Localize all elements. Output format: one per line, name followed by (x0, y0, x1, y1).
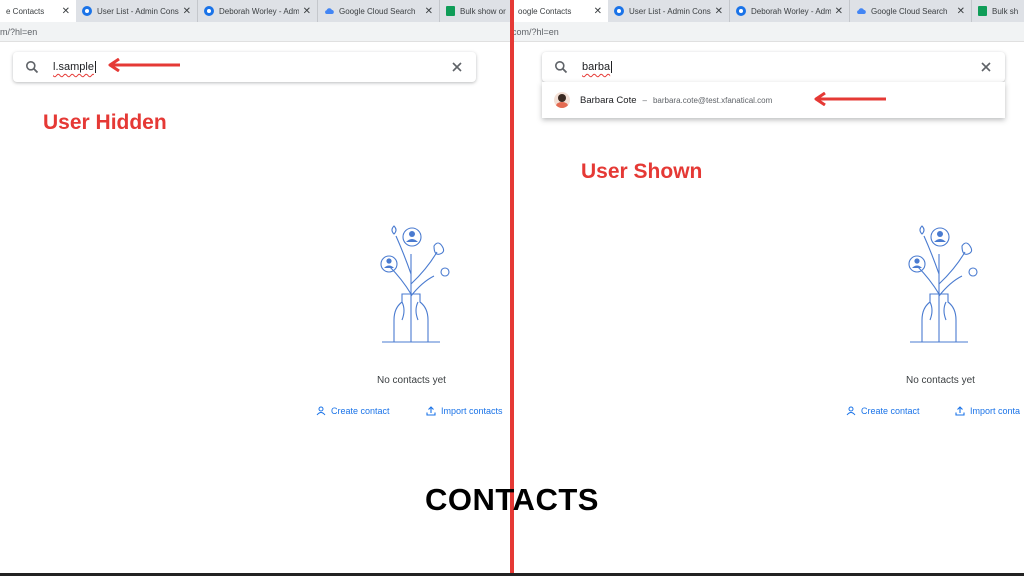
search-icon[interactable] (554, 60, 568, 74)
search-input-value: barba (582, 61, 611, 73)
close-tab-icon[interactable]: ✕ (303, 6, 311, 17)
address-bar[interactable]: m/?hl=en (0, 22, 512, 42)
admin-icon (82, 6, 92, 16)
contacts-search-bar[interactable]: barba (542, 52, 1005, 82)
admin-icon (736, 6, 746, 16)
sheets-icon (446, 6, 455, 16)
tab-cloud-search[interactable]: Google Cloud Search ✕ (318, 0, 440, 22)
close-tab-icon[interactable]: ✕ (62, 6, 70, 17)
person-add-icon (846, 406, 856, 416)
tab-label: Deborah Worley - Admi (751, 6, 831, 16)
search-suggestion-item[interactable]: Barbara Cote – barbara.cote@test.xfanati… (542, 82, 1005, 118)
search-input[interactable]: l.sample (53, 61, 94, 73)
create-contact-label: Create contact (861, 406, 920, 416)
search-input-value: l.sample (53, 61, 94, 73)
close-tab-icon[interactable]: ✕ (594, 6, 602, 17)
suggestion-separator: – (642, 95, 647, 105)
tab-label: Bulk show (992, 6, 1018, 16)
close-tab-icon[interactable]: ✕ (715, 6, 723, 17)
admin-icon (614, 6, 624, 16)
tab-bulk-show[interactable]: Bulk show (972, 0, 1024, 22)
tab-deborah-worley[interactable]: Deborah Worley - Admi ✕ (730, 0, 850, 22)
close-tab-icon[interactable]: ✕ (957, 6, 965, 17)
import-contacts-label: Import conta (970, 406, 1021, 416)
empty-contacts-illustration-icon (372, 224, 452, 344)
annotation-user-shown: User Shown (581, 160, 703, 183)
tab-label: Google Cloud Search (871, 6, 948, 16)
text-cursor (94, 61, 96, 73)
empty-contacts-illustration-icon (900, 224, 980, 344)
suggestion-email: barbara.cote@test.xfanatical.com (652, 95, 773, 105)
suggestion-name: Barbara Cote (580, 94, 637, 106)
tab-bulk-show[interactable]: Bulk show or (440, 0, 512, 22)
search-icon[interactable] (25, 60, 39, 74)
close-tab-icon[interactable]: ✕ (835, 6, 843, 17)
tab-contacts[interactable]: e Contacts ✕ (0, 0, 76, 22)
tab-strip: oogle Contacts ✕ User List - Admin Conso… (512, 0, 1024, 22)
tab-label: e Contacts (6, 6, 45, 16)
tab-deborah-worley[interactable]: Deborah Worley - Admi ✕ (198, 0, 318, 22)
tab-label: User List - Admin Conso (629, 6, 711, 16)
tab-label: Deborah Worley - Admi (219, 6, 299, 16)
url-text: com/?hl=en (512, 26, 559, 37)
create-contact-button[interactable]: Create contact (846, 406, 920, 416)
red-arrow-icon (814, 92, 886, 106)
tab-label: User List - Admin Conso (97, 6, 179, 16)
person-add-icon (316, 406, 326, 416)
empty-state-message: No contacts yet (906, 375, 975, 386)
contacts-caption: CONTACTS (425, 482, 599, 517)
avatar (554, 92, 570, 108)
cloud-icon (324, 6, 334, 16)
tab-label: oogle Contacts (518, 6, 572, 16)
create-contact-label: Create contact (331, 406, 390, 416)
cloud-icon (856, 6, 866, 16)
tab-user-list[interactable]: User List - Admin Conso ✕ (608, 0, 730, 22)
tab-contacts[interactable]: oogle Contacts ✕ (512, 0, 608, 22)
address-bar[interactable]: com/?hl=en (512, 22, 1024, 42)
clear-search-icon[interactable] (979, 60, 993, 74)
sheets-icon (978, 6, 987, 16)
import-contacts-button[interactable]: Import contacts (426, 406, 503, 416)
text-cursor (611, 61, 613, 73)
admin-icon (204, 6, 214, 16)
tab-label: Bulk show or (460, 6, 506, 16)
annotation-user-hidden: User Hidden (43, 111, 167, 134)
close-tab-icon[interactable]: ✕ (183, 6, 191, 17)
tab-cloud-search[interactable]: Google Cloud Search ✕ (850, 0, 972, 22)
red-arrow-icon (108, 58, 180, 72)
create-contact-button[interactable]: Create contact (316, 406, 390, 416)
import-contacts-button[interactable]: Import conta (955, 406, 1020, 416)
comparison-stage: e Contacts ✕ User List - Admin Conso ✕ D… (0, 0, 1024, 576)
tab-label: Google Cloud Search (339, 6, 416, 16)
upload-icon (955, 406, 965, 416)
import-contacts-label: Import contacts (441, 406, 503, 416)
empty-state-message: No contacts yet (377, 375, 446, 386)
url-text: m/?hl=en (0, 26, 38, 37)
contacts-search-bar[interactable]: l.sample (13, 52, 476, 82)
close-tab-icon[interactable]: ✕ (425, 6, 433, 17)
clear-search-icon[interactable] (450, 60, 464, 74)
search-input[interactable]: barba (582, 61, 610, 73)
upload-icon (426, 406, 436, 416)
tab-strip: e Contacts ✕ User List - Admin Conso ✕ D… (0, 0, 512, 22)
tab-user-list[interactable]: User List - Admin Conso ✕ (76, 0, 198, 22)
